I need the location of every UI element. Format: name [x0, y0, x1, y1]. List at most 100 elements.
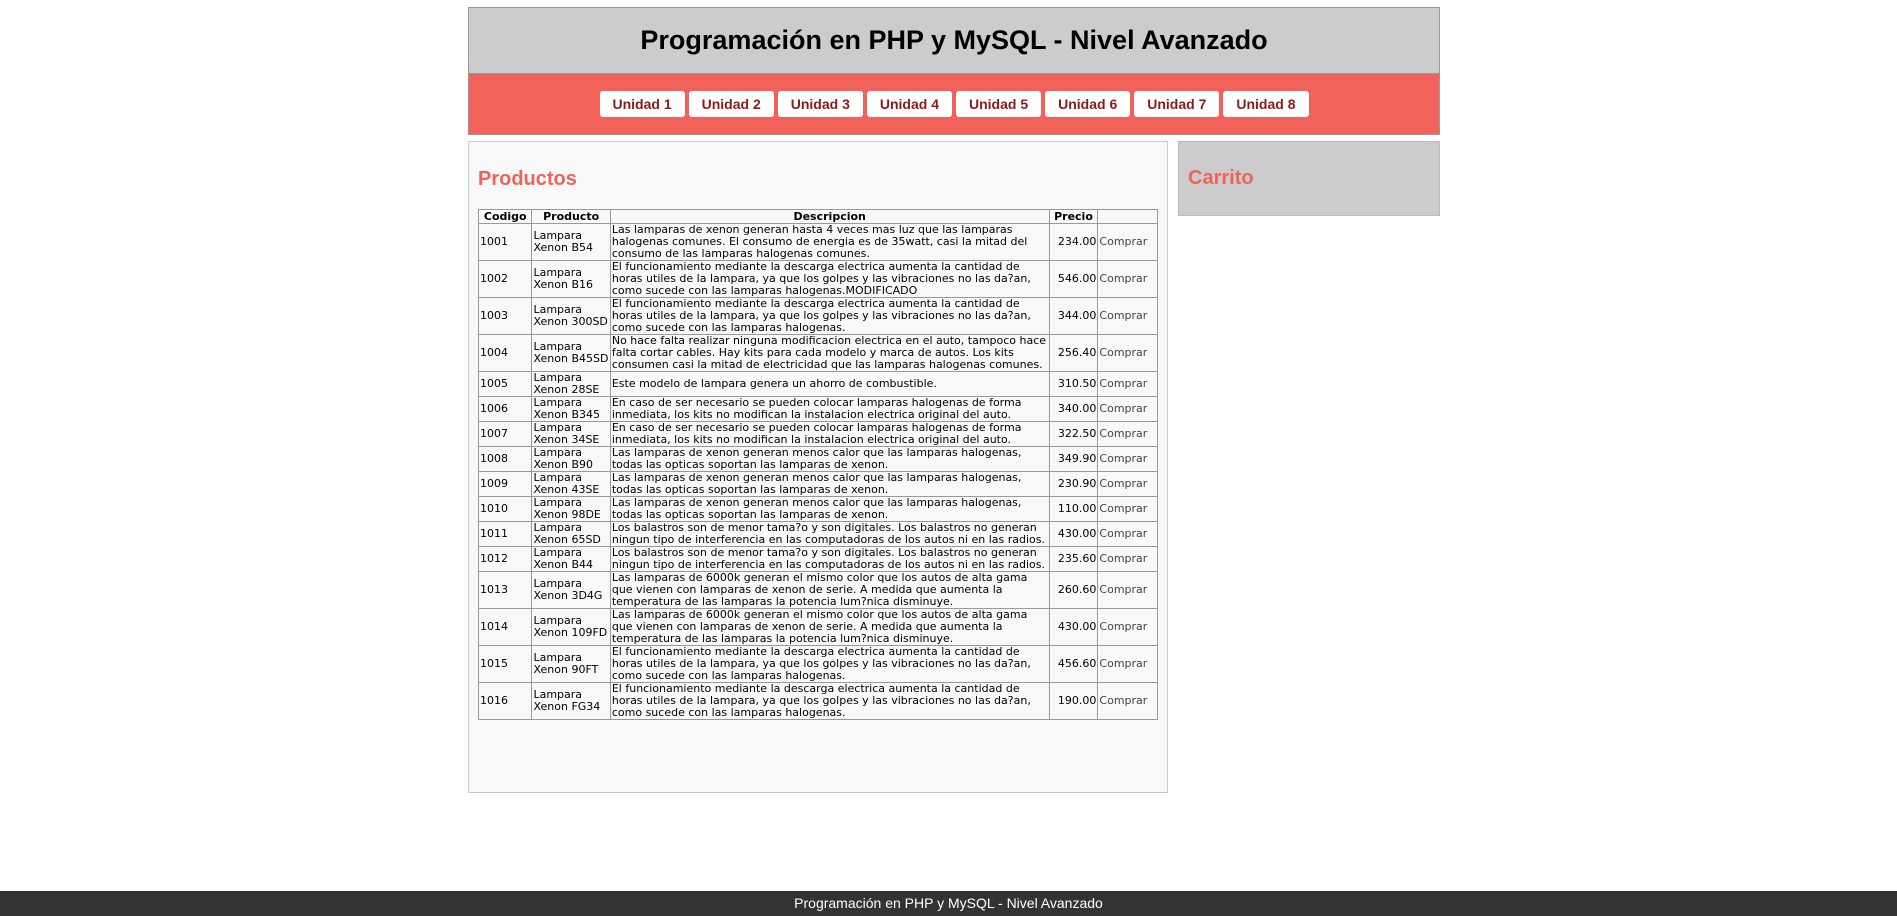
cell-producto: Lampara Xenon 28SE	[531, 371, 611, 397]
cell-descripcion: Las lamparas de xenon generan menos calo…	[609, 446, 1050, 472]
nav-unit-8-button[interactable]: Unidad 8	[1223, 91, 1309, 117]
comprar-link[interactable]: Comprar	[1097, 645, 1158, 683]
products-heading: Productos	[478, 168, 577, 190]
cell-precio: 322.50	[1048, 421, 1099, 447]
comprar-link[interactable]: Comprar	[1097, 682, 1158, 720]
cell-codigo: 1016	[477, 682, 533, 720]
nav-unit-1-button[interactable]: Unidad 1	[599, 91, 685, 117]
cell-producto: Lampara Xenon 109FD	[531, 608, 611, 646]
table-row: 1005 Lampara Xenon 28SE Este modelo de lam…	[477, 371, 1158, 397]
table-header-row: Codigo Producto Descripcion Precio	[477, 209, 1158, 224]
cell-precio: 344.00	[1048, 297, 1099, 335]
unit-nav: Unidad 1 Unidad 2 Unidad 3 Unidad 4 Unidad 5…	[468, 74, 1440, 135]
nav-unit-2-button[interactable]: Unidad 2	[688, 91, 774, 117]
cell-codigo: 1009	[477, 471, 533, 497]
cart-heading: Carrito	[1188, 167, 1254, 189]
cell-precio: 110.00	[1048, 496, 1099, 522]
table-row: 1016 Lampara Xenon FG34 El funcionamiento …	[477, 682, 1158, 720]
cell-producto: Lampara Xenon B16	[531, 260, 611, 298]
cell-codigo: 1008	[477, 446, 533, 472]
cell-precio: 546.00	[1048, 260, 1099, 298]
cell-precio: 349.90	[1048, 446, 1099, 472]
cell-producto: Lampara Xenon FG34	[531, 682, 611, 720]
comprar-link[interactable]: Comprar	[1097, 334, 1158, 372]
comprar-link[interactable]: Comprar	[1097, 260, 1158, 298]
products-panel: Productos Codigo Producto Descripcion Pr…	[468, 141, 1168, 793]
cell-codigo: 1013	[477, 571, 533, 609]
cell-descripcion: El funcionamiento mediante la descarga e…	[609, 260, 1050, 298]
comprar-link[interactable]: Comprar	[1097, 521, 1158, 547]
col-producto: Producto	[531, 209, 611, 224]
nav-unit-6-button[interactable]: Unidad 6	[1045, 91, 1131, 117]
cell-precio: 260.60	[1048, 571, 1099, 609]
comprar-link[interactable]: Comprar	[1097, 608, 1158, 646]
site-header: Programación en PHP y MySQL - Nivel Avan…	[468, 7, 1440, 74]
cell-producto: Lampara Xenon B45SD	[531, 334, 611, 372]
cell-descripcion: El funcionamiento mediante la descarga e…	[609, 645, 1050, 683]
cell-codigo: 1015	[477, 645, 533, 683]
col-descripcion: Descripcion	[609, 209, 1050, 224]
page-header-wrapper: Programación en PHP y MySQL - Nivel Avan…	[468, 7, 1440, 135]
nav-unit-4-button[interactable]: Unidad 4	[866, 91, 952, 117]
comprar-link[interactable]: Comprar	[1097, 571, 1158, 609]
col-accion	[1097, 209, 1158, 224]
cell-producto: Lampara Xenon 3D4G	[531, 571, 611, 609]
products-table: Codigo Producto Descripcion Precio 1001 L…	[477, 209, 1158, 720]
table-row: 1011 Lampara Xenon 65SD Los balastros son …	[477, 521, 1158, 547]
table-row: 1001 Lampara Xenon B54 Las lamparas de xen…	[477, 223, 1158, 261]
table-row: 1009 Lampara Xenon 43SE Las lamparas de xe…	[477, 471, 1158, 497]
cell-descripcion: El funcionamiento mediante la descarga e…	[609, 297, 1050, 335]
nav-unit-7-button[interactable]: Unidad 7	[1134, 91, 1220, 117]
cell-producto: Lampara Xenon 90FT	[531, 645, 611, 683]
nav-unit-5-button[interactable]: Unidad 5	[956, 91, 1042, 117]
cell-codigo: 1010	[477, 496, 533, 522]
table-row: 1002 Lampara Xenon B16 El funcionamiento m…	[477, 260, 1158, 298]
cell-producto: Lampara Xenon 65SD	[531, 521, 611, 547]
site-footer: Programación en PHP y MySQL - Nivel Avan…	[0, 891, 1897, 916]
cell-precio: 340.00	[1048, 396, 1099, 422]
cell-descripcion: Los balastros son de menor tama?o y son …	[609, 521, 1050, 547]
cell-codigo: 1001	[477, 223, 533, 261]
cell-producto: Lampara Xenon 43SE	[531, 471, 611, 497]
comprar-link[interactable]: Comprar	[1097, 297, 1158, 335]
nav-unit-3-button[interactable]: Unidad 3	[777, 91, 863, 117]
products-table-body: 1001 Lampara Xenon B54 Las lamparas de xen…	[477, 223, 1158, 720]
comprar-link[interactable]: Comprar	[1097, 421, 1158, 447]
comprar-link[interactable]: Comprar	[1097, 396, 1158, 422]
cell-descripcion: Las lamparas de 6000k generan el mismo c…	[609, 571, 1050, 609]
cell-precio: 230.90	[1048, 471, 1099, 497]
table-row: 1007 Lampara Xenon 34SE En caso de ser nec…	[477, 421, 1158, 447]
cell-precio: 235.60	[1048, 546, 1099, 572]
cell-precio: 234.00	[1048, 223, 1099, 261]
cell-codigo: 1014	[477, 608, 533, 646]
cell-producto: Lampara Xenon 300SD	[531, 297, 611, 335]
footer-text: Programación en PHP y MySQL - Nivel Avan…	[794, 895, 1103, 911]
cell-codigo: 1007	[477, 421, 533, 447]
cell-producto: Lampara Xenon B345	[531, 396, 611, 422]
cell-precio: 256.40	[1048, 334, 1099, 372]
cell-codigo: 1002	[477, 260, 533, 298]
cell-producto: Lampara Xenon B54	[531, 223, 611, 261]
cell-precio: 430.00	[1048, 608, 1099, 646]
comprar-link[interactable]: Comprar	[1097, 546, 1158, 572]
cell-precio: 430.00	[1048, 521, 1099, 547]
table-row: 1006 Lampara Xenon B345 En caso de ser nec…	[477, 396, 1158, 422]
comprar-link[interactable]: Comprar	[1097, 446, 1158, 472]
cell-descripcion: En caso de ser necesario se pueden coloc…	[609, 421, 1050, 447]
cell-codigo: 1004	[477, 334, 533, 372]
comprar-link[interactable]: Comprar	[1097, 496, 1158, 522]
comprar-link[interactable]: Comprar	[1097, 223, 1158, 261]
cell-descripcion: Las lamparas de xenon generan hasta 4 ve…	[609, 223, 1050, 261]
cell-codigo: 1012	[477, 546, 533, 572]
table-row: 1012 Lampara Xenon B44 Los balastros son d…	[477, 546, 1158, 572]
col-codigo: Codigo	[477, 209, 533, 224]
comprar-link[interactable]: Comprar	[1097, 371, 1158, 397]
table-row: 1015 Lampara Xenon 90FT El funcionamiento …	[477, 645, 1158, 683]
cell-producto: Lampara Xenon B90	[531, 446, 611, 472]
cell-precio: 190.00	[1048, 682, 1099, 720]
cell-codigo: 1006	[477, 396, 533, 422]
cell-descripcion: Las lamparas de xenon generan menos calo…	[609, 496, 1050, 522]
table-row: 1010 Lampara Xenon 98DE Las lamparas de xe…	[477, 496, 1158, 522]
cart-panel: Carrito	[1178, 141, 1440, 216]
comprar-link[interactable]: Comprar	[1097, 471, 1158, 497]
